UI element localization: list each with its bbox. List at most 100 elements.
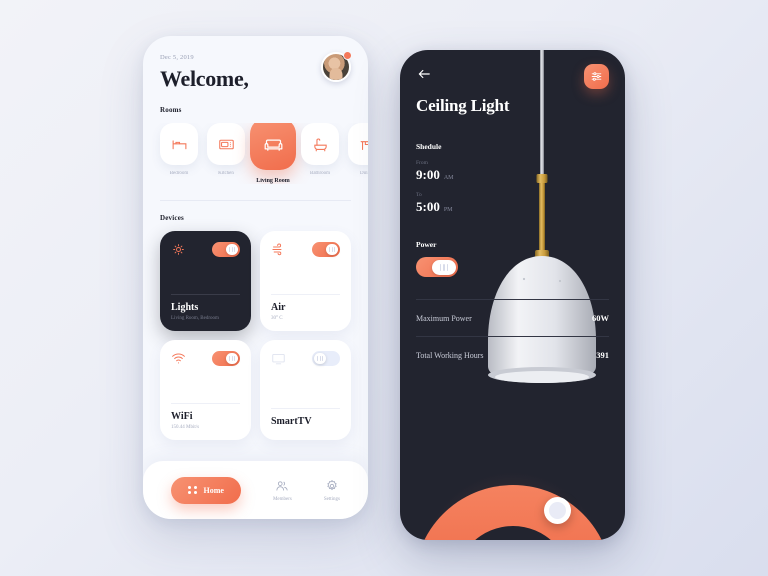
- gear-icon: [327, 479, 337, 490]
- brightness-dial[interactable]: 70%: [407, 464, 618, 540]
- nav-label: Members: [272, 496, 292, 502]
- stat-value: 60W: [592, 313, 609, 323]
- toggle-knob: [432, 259, 456, 275]
- schedule-from[interactable]: From 9:00 AM: [416, 160, 609, 183]
- schedule-to[interactable]: To 5:00 PM: [416, 192, 609, 215]
- toggle-knob: [314, 353, 326, 364]
- room-tile[interactable]: [348, 123, 368, 165]
- tv-icon: [272, 353, 285, 365]
- stats-divider-middle: [416, 336, 609, 337]
- nav-label: Home: [203, 485, 224, 495]
- room-tile[interactable]: [160, 123, 198, 165]
- stat-row-total-working-hours: Total Working Hours 391: [416, 350, 609, 360]
- room-item-bathroom[interactable]: Bathroom: [301, 123, 339, 176]
- device-card-wifi[interactable]: WiFi 150.44 Mbit/s: [160, 340, 251, 440]
- room-item-bedroom[interactable]: Bedroom: [160, 123, 198, 176]
- stats-divider-top: [416, 299, 609, 300]
- sofa-icon: [264, 139, 282, 151]
- schedule-time-row: 9:00 AM: [416, 167, 609, 183]
- schedule-label: Shedule: [416, 142, 442, 151]
- room-tile[interactable]: [207, 123, 245, 165]
- power-toggle[interactable]: [416, 257, 458, 277]
- device-subtitle: 30° C: [271, 316, 283, 321]
- avatar-wrapper[interactable]: [321, 51, 352, 82]
- card-rule: [171, 403, 240, 404]
- device-card-air[interactable]: Air 30° C: [260, 231, 351, 331]
- nav-item-members[interactable]: Members: [273, 479, 292, 502]
- device-card-bottom: Lights Living Room, Bedroom: [171, 294, 240, 321]
- device-card-top: [271, 351, 340, 366]
- toggle-knob: [326, 244, 338, 255]
- device-toggle-smarttv[interactable]: [312, 351, 340, 366]
- device-card-bottom: WiFi 150.44 Mbit/s: [171, 403, 240, 430]
- room-label: Kitchen: [218, 171, 234, 176]
- table-icon: [360, 140, 368, 150]
- schedule-meridiem: PM: [443, 207, 453, 213]
- device-name: Lights: [171, 302, 199, 313]
- device-name: Air: [271, 302, 286, 313]
- schedule-time: 9:00: [416, 167, 440, 182]
- schedule-time-row: 5:00 PM: [416, 199, 609, 215]
- bathtub-icon: [313, 137, 327, 151]
- card-rule: [271, 294, 340, 295]
- detail-title: Ceiling Light: [416, 96, 510, 115]
- devices-section-label: Devices: [160, 214, 184, 222]
- device-card-bottom: Air 30° C: [271, 294, 340, 321]
- detail-header: Ceiling Light: [400, 50, 625, 116]
- device-card-top: [171, 351, 240, 366]
- device-detail-phone: Ceiling Light Shedule From 9:00 AM To 5:…: [400, 50, 625, 540]
- device-name: WiFi: [171, 411, 193, 422]
- rooms-carousel[interactable]: Bedroom Kitchen Living Room Bathroom Din: [143, 123, 368, 184]
- dial-inner-cutout: [454, 526, 571, 540]
- room-tile[interactable]: [301, 123, 339, 165]
- section-divider: [160, 200, 351, 201]
- home-screen-phone: Dec 5, 2019 Welcome, Rooms Bedroom Kitch…: [143, 36, 368, 519]
- schedule-time: 5:00: [416, 199, 440, 214]
- nav-item-settings[interactable]: Settings: [324, 479, 340, 502]
- device-card-smarttv[interactable]: SmartTV: [260, 340, 351, 440]
- detail-body: Shedule From 9:00 AM To 5:00 PM Power Ma…: [400, 142, 625, 360]
- room-label: Dining: [360, 171, 368, 176]
- schedule-meridiem: AM: [443, 175, 454, 181]
- wind-icon: [272, 243, 282, 256]
- sliders-icon: [591, 72, 602, 81]
- people-icon: [276, 480, 288, 491]
- room-label: Bathroom: [310, 171, 330, 176]
- card-rule: [271, 408, 340, 409]
- devices-grid: Lights Living Room, Bedroom Air 30° C Wi…: [160, 231, 351, 440]
- device-subtitle: 150.44 Mbit/s: [171, 425, 200, 430]
- room-item-living-room[interactable]: Living Room: [250, 123, 296, 184]
- toggle-knob: [226, 244, 238, 255]
- device-toggle-wifi[interactable]: [212, 351, 240, 366]
- wifi-icon: [172, 353, 185, 364]
- stat-label: Total Working Hours: [416, 350, 484, 360]
- back-button[interactable]: [416, 66, 432, 82]
- stat-row-maximum-power: Maximum Power 60W: [416, 313, 609, 323]
- rooms-section-label: Rooms: [160, 106, 182, 114]
- bulb-icon: [173, 244, 184, 255]
- device-toggle-air[interactable]: [312, 242, 340, 257]
- room-item-dining[interactable]: Dining: [348, 123, 368, 176]
- room-item-kitchen[interactable]: Kitchen: [207, 123, 245, 176]
- device-card-lights[interactable]: Lights Living Room, Bedroom: [160, 231, 251, 331]
- device-subtitle: Living Room, Bedroom: [171, 316, 219, 321]
- device-name: SmartTV: [271, 416, 312, 427]
- dial-knob[interactable]: [544, 497, 572, 525]
- settings-button[interactable]: [584, 64, 609, 89]
- room-label: Living Room: [256, 178, 290, 184]
- device-toggle-lights[interactable]: [212, 242, 240, 257]
- room-tile[interactable]: [250, 123, 296, 170]
- nav-item-home[interactable]: Home: [171, 476, 241, 504]
- power-label: Power: [416, 240, 437, 249]
- device-card-top: [171, 242, 240, 257]
- nav-label: Settings: [323, 496, 340, 502]
- grid-dots-icon: [188, 485, 197, 495]
- home-header: Dec 5, 2019 Welcome,: [143, 36, 368, 92]
- stat-value: 391: [596, 350, 609, 360]
- bottom-navigation: Home Members Settings: [143, 461, 368, 519]
- device-card-top: [271, 242, 340, 257]
- bed-icon: [172, 139, 186, 149]
- arrow-left-icon: [418, 69, 430, 79]
- stat-label: Maximum Power: [416, 313, 472, 323]
- schedule-caption: To: [416, 192, 422, 198]
